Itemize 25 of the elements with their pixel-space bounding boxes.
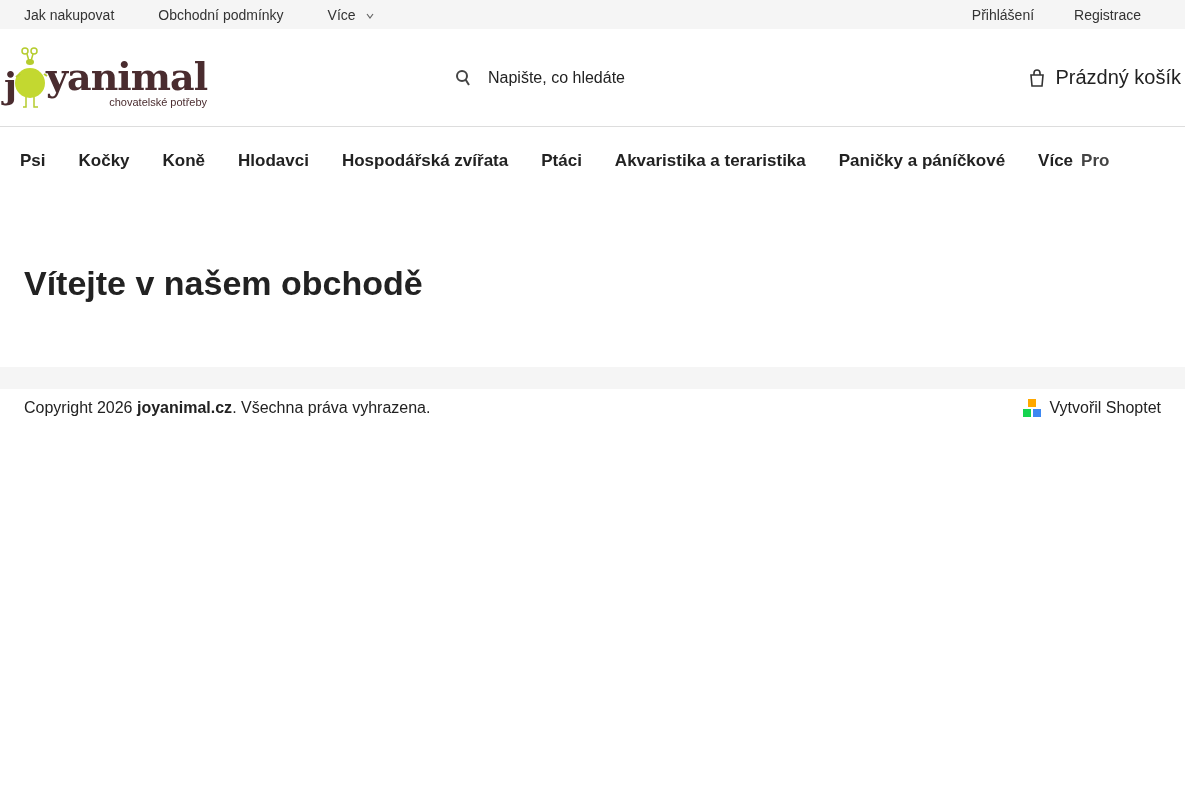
category-link[interactable]: Hospodářská zvířata [341,151,509,171]
account-link[interactable]: Přihlášení [971,6,1035,23]
top-link[interactable]: Jak nakupovat [24,6,115,23]
copyright-text: Copyright 2026 joyanimal.cz. Všechna práva vyhrazena. [24,399,431,417]
account-link[interactable]: Registrace [1074,6,1141,23]
caret-icon [365,13,374,19]
cart-icon [1029,68,1046,87]
top-link[interactable]: Obchodní podmínky [158,6,284,23]
cart-button[interactable]: Prázdný košík [1029,66,1181,89]
more-dropdown[interactable]: Více [327,6,374,23]
category-link[interactable]: Psi [20,151,46,171]
search-icon [456,68,470,87]
category-link[interactable]: Paničky a páníčkové [838,151,1006,171]
category-link[interactable]: Více [1038,151,1074,171]
blocks-icon [1022,399,1042,417]
logo-tagline: chovatelské potřeby [109,96,208,109]
category-link[interactable]: Pro [1081,151,1110,171]
category-link[interactable]: Akvaristika a teraristika [614,151,806,171]
category-link[interactable]: Ptáci [541,151,582,171]
shoptet-link[interactable]: Vytvořil Shoptet [1022,399,1161,417]
page-heading: Vítejte v našem obchodě [23,263,424,304]
category-link[interactable]: Koně [162,151,206,171]
category-link[interactable]: Kočky [78,151,130,171]
category-link[interactable]: Hlodavci [238,151,309,171]
logo-wordmark: yanimal [46,58,208,97]
